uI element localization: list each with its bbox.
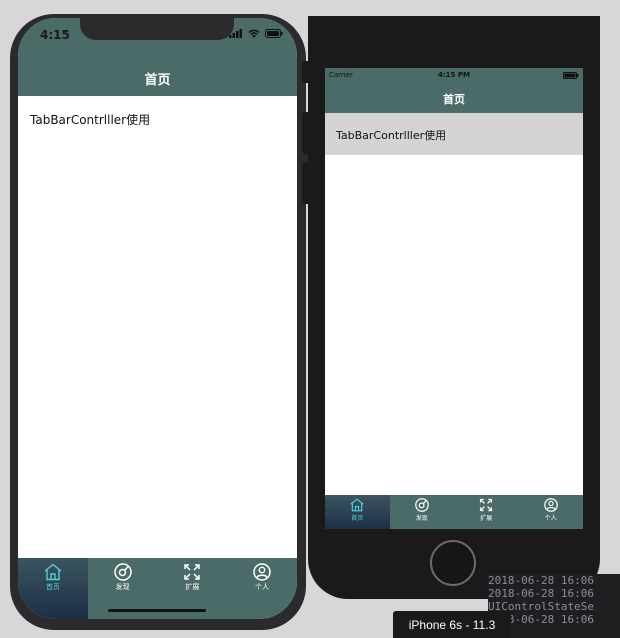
tab-home[interactable]: 首页 [18,558,88,619]
tab-label: 个人 [544,515,557,522]
nav-title: 首页 [443,93,465,106]
discover-icon [414,498,429,512]
battery-icon [563,72,579,79]
tab-label: 发现 [115,583,130,591]
navigation-bar: 4:15 首页 [18,18,297,96]
tab-profile[interactable]: 个人 [227,558,297,619]
profile-icon [543,498,558,512]
status-time: 4:15 [40,28,70,42]
navigation-bar: Carrier 4:15 PM 首页 [325,68,583,113]
battery-icon [265,29,283,38]
tab-label: 扩展 [185,583,200,591]
tab-bar: 首页 发现 扩展 个人 [18,558,297,619]
side-button [302,61,308,83]
tab-label: 扩展 [480,515,493,522]
tab-label: 首页 [45,583,60,591]
cell-label: TabBarContrlller使用 [336,129,447,142]
tab-label: 首页 [351,515,364,522]
tab-discover[interactable]: 发现 [390,495,455,529]
volume-up-button [302,112,308,154]
wifi-icon [248,29,260,38]
iphone-x-screen: 4:15 首页 TabBarContrlller使用 首页 发现 扩展 个人 [18,18,297,619]
tab-profile[interactable]: 个人 [519,495,584,529]
discover-icon [113,563,132,581]
status-time: 4:15 PM [438,71,470,79]
content-label: TabBarContrlller使用 [30,113,151,127]
device-tooltip: iPhone 6s - 11.3 [393,611,511,638]
notch [80,18,234,40]
tab-expand[interactable]: 扩展 [454,495,519,529]
iphone-6s-screen: Carrier 4:15 PM 首页 TabBarContrlller使用 首页 [325,68,583,529]
nav-title: 首页 [144,73,171,88]
iphone-x-device: 4:15 首页 TabBarContrlller使用 首页 发现 扩展 个人 [10,14,311,630]
tab-home[interactable]: 首页 [325,495,390,529]
home-icon [44,563,62,581]
console-line: 2018-06-28 16:06 [488,587,594,600]
home-icon [350,498,364,512]
tab-label: 个人 [255,583,270,591]
iphone-6s-device: Carrier 4:15 PM 首页 TabBarContrlller使用 首页 [302,16,600,599]
tab-label: 发现 [415,515,428,522]
console-line: 2018-06-28 16:06 [488,574,594,587]
home-button[interactable] [430,540,476,586]
expand-icon [480,498,493,512]
home-indicator [108,609,206,612]
tab-bar: 首页 发现 扩展 个人 [325,495,583,529]
expand-icon [184,564,201,580]
profile-icon [253,563,271,581]
signal-icon [229,29,242,38]
table-cell[interactable]: TabBarContrlller使用 [325,113,583,155]
status-icons [229,29,283,38]
volume-down-button [302,162,308,204]
